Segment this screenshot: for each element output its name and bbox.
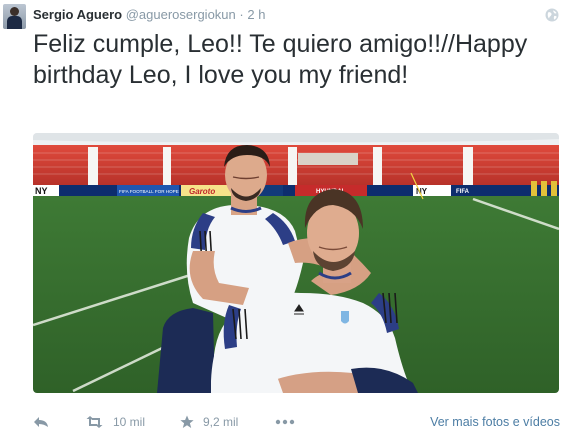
author-handle[interactable]: @aguerosergiokun [126, 7, 236, 22]
favorite-button[interactable]: 9,2 mil [180, 411, 238, 433]
board-garoto: Garoto [189, 187, 215, 196]
globe-icon [545, 8, 559, 22]
avatar-head [10, 7, 19, 16]
reply-icon [34, 417, 48, 427]
more-options-button[interactable] [275, 411, 295, 433]
author-name[interactable]: Sergio Aguero [33, 7, 122, 22]
retweet-icon [86, 416, 103, 428]
board-fifa: FIFA [456, 189, 470, 195]
author-avatar[interactable] [3, 4, 26, 29]
tweet-text: Feliz cumple, Leo!! Te quiero amigo!!//H… [33, 30, 528, 89]
star-icon [180, 415, 194, 428]
board-fifa-football-for-hope: FIFA FOOTBALL FOR HOPE [119, 189, 179, 194]
reply-button[interactable] [33, 411, 49, 433]
more-icon [275, 419, 295, 425]
time-separator: · [239, 7, 244, 22]
tweet-actions: 10 mil 9,2 mil Ver mais fotos e vídeos [0, 411, 566, 433]
retweet-count: 10 mil [113, 415, 146, 429]
avatar-torso [7, 16, 22, 29]
more-photos-link[interactable]: Ver mais fotos e vídeos [430, 411, 560, 433]
board-ny: NY [35, 186, 48, 196]
tweet-timestamp[interactable]: 2 h [247, 7, 265, 22]
tweet-photo[interactable]: NY FIFA FOOTBALL FOR HOPE Garoto HYUNDAI… [33, 133, 559, 393]
favorite-count: 9,2 mil [203, 415, 239, 429]
tweet-header: Sergio Aguero @aguerosergiokun · 2 h [33, 6, 265, 23]
retweet-button[interactable]: 10 mil [85, 411, 145, 433]
